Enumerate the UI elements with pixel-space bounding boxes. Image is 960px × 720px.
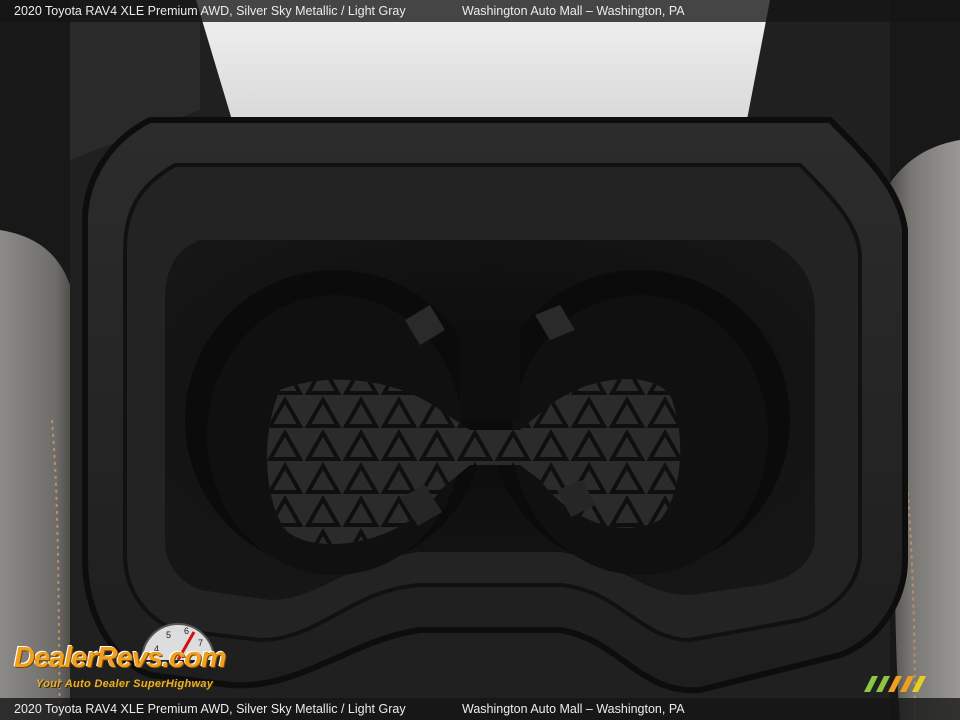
caption-vehicle-text: 2020 Toyota RAV4 XLE Premium AWD, Silver… — [14, 4, 406, 18]
caption-dealer-text-bottom: Washington Auto Mall – Washington, PA — [462, 702, 685, 716]
gauge-number-6: 6 — [184, 626, 189, 636]
caption-bar-top: 2020 Toyota RAV4 XLE Premium AWD, Silver… — [0, 0, 960, 22]
caption-vehicle-text-bottom: 2020 Toyota RAV4 XLE Premium AWD, Silver… — [14, 702, 406, 716]
caption-dealer-text: Washington Auto Mall – Washington, PA — [462, 4, 685, 18]
gauge-number-5: 5 — [166, 630, 171, 640]
cup-holder-photo — [0, 0, 960, 720]
caption-bar-bottom: 2020 Toyota RAV4 XLE Premium AWD, Silver… — [0, 698, 960, 720]
watermark-tagline: Your Auto Dealer SuperHighway — [36, 678, 214, 690]
dealerrevs-watermark: 4 5 6 7 DealerRevs.com Your Auto Dealer … — [10, 622, 270, 694]
stripes-logo-icon — [864, 676, 926, 692]
watermark-brand: DealerRevs.com — [14, 642, 227, 674]
